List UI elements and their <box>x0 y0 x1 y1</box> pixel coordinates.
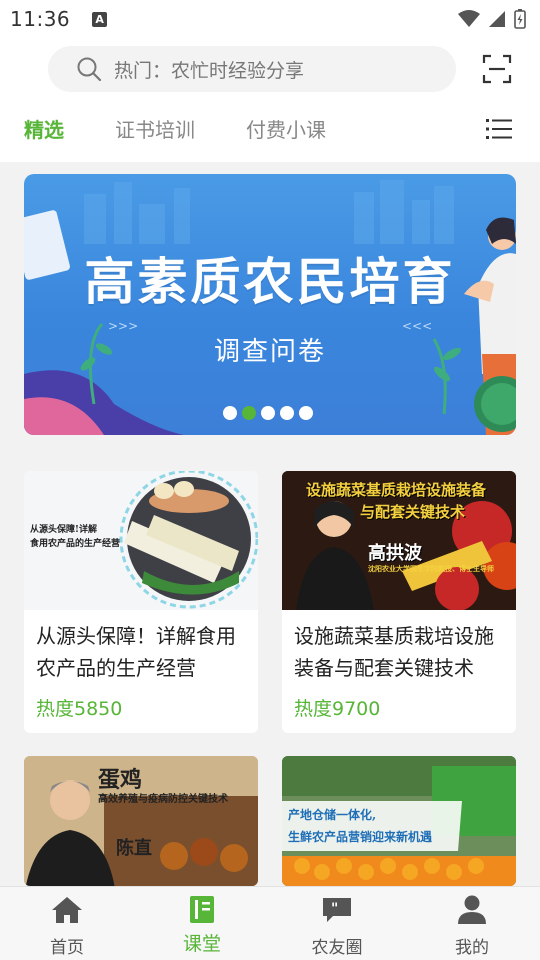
thumb-caption-line: 与配套关键技术 <box>360 503 466 521</box>
thumb-caption-line: 食用农产品的生产经营 <box>30 539 121 549</box>
tab-featured[interactable]: 精选 <box>24 114 64 143</box>
svg-text:": " <box>331 901 338 917</box>
status-time: 11:36 <box>10 7 71 31</box>
thumb-caption-line: 高效养殖与疫病防控关键技术 <box>98 794 228 805</box>
banner-subtitle: 调查问卷 <box>213 337 326 367</box>
book-icon <box>190 896 214 923</box>
course-thumbnail: 产地仓储一体化, 生鲜农产品营销迎来新机遇 <box>282 756 516 886</box>
person-icon <box>458 895 486 924</box>
course-title: 从源头保障！详解食用农产品的生产经营 <box>36 624 236 680</box>
course-thumbnail: 蛋鸡 高效养殖与疫病防控关键技术 陈直 <box>24 756 258 886</box>
home-icon <box>52 897 82 923</box>
search-placeholder: 热门：农忙时经验分享 <box>114 59 305 82</box>
tab-certificate-training[interactable]: 证书培训 <box>115 114 195 143</box>
nav-label: 我的 <box>455 938 489 958</box>
signal-icon <box>489 11 505 27</box>
course-card[interactable]: 从源头保障!详解 食用农产品的生产经营 从源头保障！详解食用农产品的生产经营 热… <box>24 471 258 733</box>
list-menu-icon[interactable] <box>486 118 512 140</box>
carousel-dot[interactable] <box>261 406 275 420</box>
tab-paid-courses[interactable]: 付费小课 <box>246 114 326 143</box>
status-icons <box>458 9 526 29</box>
nav-profile[interactable]: 我的 <box>422 887 522 960</box>
nav-label: 课堂 <box>182 933 221 955</box>
thumb-caption-line: 从源头保障!详解 <box>30 525 97 535</box>
search-input[interactable]: 热门：农忙时经验分享 <box>48 46 456 92</box>
promo-banner[interactable]: >>> <<< 高素质农民培育 调查问卷 <box>24 174 516 435</box>
nav-classroom[interactable]: 课堂 <box>152 887 252 960</box>
banner-title: 高素质农民培育 <box>84 253 456 311</box>
status-bar: 11:36 A <box>0 0 540 38</box>
lecturer-title: 沈阳农业大学园艺学院教授、博士生导师 <box>368 564 494 573</box>
carousel-dot[interactable] <box>280 406 294 420</box>
thumb-caption-line: 设施蔬菜基质栽培设施装备 <box>306 481 487 499</box>
course-title: 设施蔬菜基质栽培设施装备与配套关键技术 <box>294 624 494 680</box>
nav-label: 农友圈 <box>311 938 363 958</box>
carousel-indicator <box>223 406 313 420</box>
lecturer-name: 陈直 <box>116 838 152 859</box>
scan-icon[interactable] <box>482 54 512 84</box>
thumb-caption-line: 生鲜农产品营销迎来新机遇 <box>288 830 433 844</box>
nav-community[interactable]: " 农友圈 <box>287 887 387 960</box>
course-thumbnail: 从源头保障!详解 食用农产品的生产经营 <box>24 471 258 610</box>
thumb-caption-line: 产地仓储一体化, <box>288 808 377 822</box>
course-card[interactable]: 蛋鸡 高效养殖与疫病防控关键技术 陈直 <box>24 756 258 886</box>
category-tabs: 精选 证书培训 付费小课 <box>0 108 540 148</box>
battery-icon <box>514 9 526 29</box>
header: 热门：农忙时经验分享 精选 证书培训 付费小课 <box>0 38 540 162</box>
carousel-dot[interactable] <box>223 406 237 420</box>
course-card[interactable]: 设施蔬菜基质栽培设施装备 与配套关键技术 高拱波 沈阳农业大学园艺学院教授、博士… <box>282 471 516 733</box>
nav-home[interactable]: 首页 <box>17 887 117 960</box>
course-card[interactable]: 产地仓储一体化, 生鲜农产品营销迎来新机遇 <box>282 756 516 886</box>
carousel-dot[interactable] <box>299 406 313 420</box>
a-letter-icon: A <box>92 11 108 27</box>
course-thumbnail: 设施蔬菜基质栽培设施装备 与配套关键技术 高拱波 沈阳农业大学园艺学院教授、博士… <box>282 471 516 610</box>
course-heat: 热度5850 <box>36 698 123 720</box>
chat-quote-icon: " <box>323 898 351 922</box>
lecturer-name: 高拱波 <box>368 543 422 564</box>
nav-label: 首页 <box>50 938 84 958</box>
wifi-icon <box>458 10 480 27</box>
course-heat: 热度9700 <box>294 698 381 720</box>
search-icon <box>77 57 102 82</box>
carousel-dot-active[interactable] <box>242 406 256 420</box>
bottom-navigation: 首页 课堂 " 农友圈 我的 <box>0 886 540 960</box>
